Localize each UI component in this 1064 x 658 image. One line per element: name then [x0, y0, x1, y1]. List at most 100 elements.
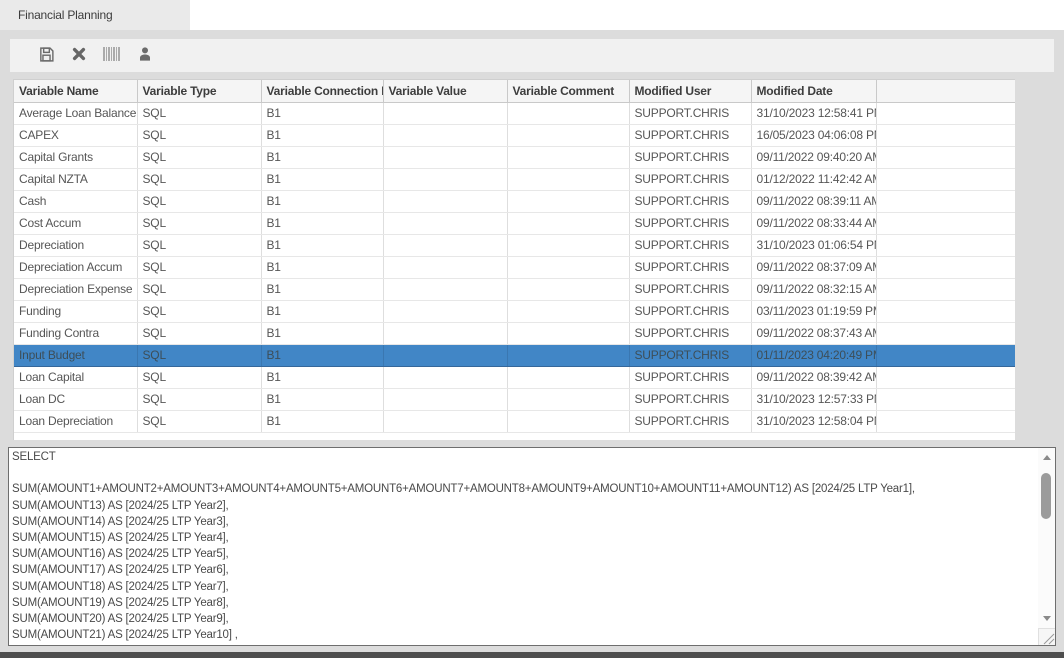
- cell-name: Cash: [14, 190, 137, 212]
- cell-date: 16/05/2023 04:06:08 PM: [751, 124, 876, 146]
- cell-user: SUPPORT.CHRIS: [629, 102, 751, 124]
- cell-comment: [507, 322, 629, 344]
- delete-button[interactable]: [70, 47, 88, 65]
- cell-type: SQL: [137, 388, 261, 410]
- cell-date: 09/11/2022 08:33:44 AM: [751, 212, 876, 234]
- table-row[interactable]: FundingSQLB1SUPPORT.CHRIS03/11/2023 01:1…: [14, 300, 1015, 322]
- table-row[interactable]: Cost AccumSQLB1SUPPORT.CHRIS09/11/2022 0…: [14, 212, 1015, 234]
- scroll-down-button[interactable]: [1038, 610, 1055, 627]
- table-row[interactable]: Capital NZTASQLB1SUPPORT.CHRIS01/12/2022…: [14, 168, 1015, 190]
- cell-trailing: [876, 168, 1015, 190]
- cell-comment: [507, 256, 629, 278]
- cell-user: SUPPORT.CHRIS: [629, 168, 751, 190]
- table-row[interactable]: Average Loan BalanceSQLB1SUPPORT.CHRIS31…: [14, 102, 1015, 124]
- save-button[interactable]: [37, 47, 55, 65]
- tab-label: Financial Planning: [18, 8, 112, 22]
- user-button[interactable]: [136, 47, 154, 65]
- column-header[interactable]: Variable Type: [137, 80, 261, 102]
- sql-editor[interactable]: SELECT SUM(AMOUNT1+AMOUNT2+AMOUNT3+AMOUN…: [8, 447, 1056, 646]
- cell-comment: [507, 124, 629, 146]
- cell-connection: B1: [261, 146, 383, 168]
- table-row[interactable]: Loan DCSQLB1SUPPORT.CHRIS31/10/2023 12:5…: [14, 388, 1015, 410]
- cell-trailing: [876, 212, 1015, 234]
- cell-connection: B1: [261, 366, 383, 388]
- cell-user: SUPPORT.CHRIS: [629, 124, 751, 146]
- table-header-row: Variable NameVariable TypeVariable Conne…: [14, 80, 1015, 102]
- cell-type: SQL: [137, 234, 261, 256]
- cell-value: [383, 190, 507, 212]
- barcode-icon: [103, 47, 121, 64]
- cell-name: Funding Contra: [14, 322, 137, 344]
- cell-connection: B1: [261, 300, 383, 322]
- cell-trailing: [876, 256, 1015, 278]
- cell-type: SQL: [137, 124, 261, 146]
- column-header[interactable]: Modified Date: [751, 80, 876, 102]
- cell-trailing: [876, 322, 1015, 344]
- cell-name: Depreciation: [14, 234, 137, 256]
- cell-trailing: [876, 124, 1015, 146]
- table-row[interactable]: Capital GrantsSQLB1SUPPORT.CHRIS09/11/20…: [14, 146, 1015, 168]
- cell-trailing: [876, 146, 1015, 168]
- cell-date: 09/11/2022 08:37:09 AM: [751, 256, 876, 278]
- cell-type: SQL: [137, 102, 261, 124]
- cell-comment: [507, 344, 629, 366]
- cell-type: SQL: [137, 278, 261, 300]
- cell-date: 01/12/2022 11:42:42 AM: [751, 168, 876, 190]
- table-row[interactable]: CAPEXSQLB1SUPPORT.CHRIS16/05/2023 04:06:…: [14, 124, 1015, 146]
- cell-value: [383, 234, 507, 256]
- cell-type: SQL: [137, 410, 261, 432]
- column-header[interactable]: Variable Name: [14, 80, 137, 102]
- cell-name: Cost Accum: [14, 212, 137, 234]
- table-row[interactable]: Loan CapitalSQLB1SUPPORT.CHRIS09/11/2022…: [14, 366, 1015, 388]
- column-header[interactable]: Variable Comment: [507, 80, 629, 102]
- cell-type: SQL: [137, 344, 261, 366]
- cell-date: 01/11/2023 04:20:49 PM: [751, 344, 876, 366]
- tab-bar: Financial Planning: [0, 0, 1064, 30]
- table-row[interactable]: Funding ContraSQLB1SUPPORT.CHRIS09/11/20…: [14, 322, 1015, 344]
- cell-name: Depreciation Expense: [14, 278, 137, 300]
- cell-connection: B1: [261, 234, 383, 256]
- table-row[interactable]: DepreciationSQLB1SUPPORT.CHRIS31/10/2023…: [14, 234, 1015, 256]
- save-icon: [38, 46, 55, 66]
- cell-value: [383, 102, 507, 124]
- editor-scrollbar[interactable]: [1038, 448, 1055, 628]
- cell-value: [383, 124, 507, 146]
- barcode-button[interactable]: [103, 47, 121, 65]
- cell-date: 09/11/2022 08:39:11 AM: [751, 190, 876, 212]
- scrollbar-thumb[interactable]: [1041, 473, 1051, 519]
- cell-value: [383, 278, 507, 300]
- table-row[interactable]: Loan DepreciationSQLB1SUPPORT.CHRIS31/10…: [14, 410, 1015, 432]
- cell-comment: [507, 212, 629, 234]
- column-header[interactable]: Variable Value: [383, 80, 507, 102]
- column-header[interactable]: Variable Connection Id: [261, 80, 383, 102]
- cell-value: [383, 168, 507, 190]
- cell-connection: B1: [261, 410, 383, 432]
- table-row[interactable]: Depreciation ExpenseSQLB1SUPPORT.CHRIS09…: [14, 278, 1015, 300]
- cell-date: 31/10/2023 12:58:41 PM: [751, 102, 876, 124]
- table-row[interactable]: Depreciation AccumSQLB1SUPPORT.CHRIS09/1…: [14, 256, 1015, 278]
- arrow-up-icon: [1043, 455, 1051, 460]
- cell-value: [383, 146, 507, 168]
- cell-value: [383, 366, 507, 388]
- column-header[interactable]: [876, 80, 1015, 102]
- cell-trailing: [876, 388, 1015, 410]
- cell-connection: B1: [261, 322, 383, 344]
- table-row[interactable]: Input BudgetSQLB1SUPPORT.CHRIS01/11/2023…: [14, 344, 1015, 366]
- cell-value: [383, 212, 507, 234]
- table-row[interactable]: CashSQLB1SUPPORT.CHRIS09/11/2022 08:39:1…: [14, 190, 1015, 212]
- cell-type: SQL: [137, 366, 261, 388]
- cell-connection: B1: [261, 344, 383, 366]
- cell-user: SUPPORT.CHRIS: [629, 212, 751, 234]
- resize-grip[interactable]: [1038, 628, 1055, 645]
- cell-comment: [507, 278, 629, 300]
- cell-date: 31/10/2023 01:06:54 PM: [751, 234, 876, 256]
- cell-date: 09/11/2022 08:39:42 AM: [751, 366, 876, 388]
- scroll-up-button[interactable]: [1038, 449, 1055, 466]
- cell-comment: [507, 102, 629, 124]
- cell-trailing: [876, 278, 1015, 300]
- cell-value: [383, 300, 507, 322]
- arrow-down-icon: [1043, 616, 1051, 621]
- column-header[interactable]: Modified User: [629, 80, 751, 102]
- tab-financial-planning[interactable]: Financial Planning: [0, 0, 190, 30]
- cell-connection: B1: [261, 278, 383, 300]
